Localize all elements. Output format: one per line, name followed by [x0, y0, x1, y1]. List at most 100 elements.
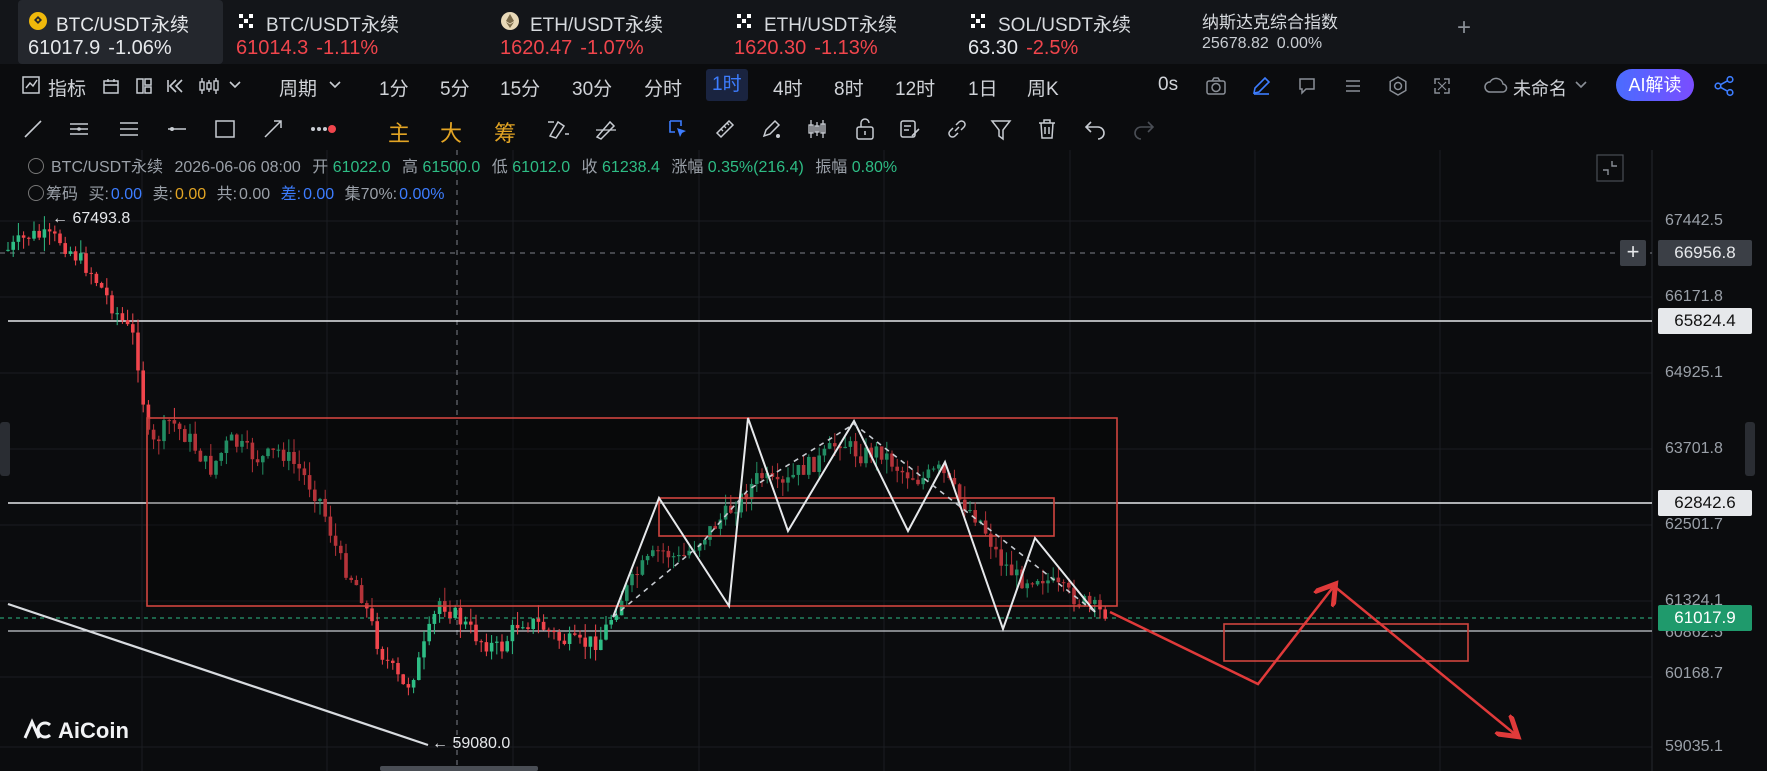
candle-body [474, 624, 478, 642]
candle-body [105, 287, 109, 296]
candle-body [380, 648, 385, 660]
candle-body [375, 621, 379, 649]
candle-body [401, 674, 405, 685]
candle-body [526, 627, 530, 629]
axis-tick: 66171.8 [1665, 288, 1723, 305]
axis-tick: 63701.8 [1665, 440, 1723, 457]
ohlc-info-bar: BTC/USDT永续 2026-06-06 08:00 开 61022.0 高 … [28, 153, 904, 177]
aicoin-logo-icon [23, 718, 52, 739]
candle-body [125, 320, 130, 325]
info-amplitude: 振幅 0.80% [815, 159, 898, 176]
axis-tick: 59035.1 [1665, 738, 1723, 755]
candle-body [120, 313, 125, 321]
candle-body [1103, 609, 1107, 619]
line2-price-label: 62842.6 [1658, 490, 1752, 516]
add-alert-plus-icon[interactable]: + [1620, 240, 1646, 266]
candle-body [609, 619, 613, 625]
candle-body [131, 324, 135, 333]
candle-body [11, 241, 15, 250]
candle-body [458, 607, 463, 625]
candle-body [32, 230, 36, 239]
chip-info-bar: 筹码 买: 0.00 卖: 0.00 共: 0.00 差: 0.00 集70%: 0.00… [28, 180, 447, 204]
candle-body [47, 229, 52, 232]
target-box[interactable] [1223, 623, 1469, 662]
range-box-large[interactable] [146, 417, 1118, 607]
candle-body [136, 332, 140, 371]
visibility-toggle-icon[interactable] [28, 185, 44, 201]
chip-total-value: 0.00 [239, 186, 271, 203]
candle-body [42, 229, 47, 238]
high-marker: ← 67493.8 [52, 210, 131, 227]
candle-body [510, 624, 515, 642]
candle-body [63, 243, 67, 254]
line1-price-label: 65824.4 [1658, 308, 1752, 334]
info-close: 收 61238.4 [581, 159, 660, 176]
candle-body [495, 641, 499, 643]
candle-body [406, 684, 411, 688]
candle-body [27, 237, 31, 239]
info-change: 涨幅 0.35%(216.4) [671, 159, 804, 176]
crosshair-price-label: 66956.8 [1658, 240, 1752, 266]
candle-body [531, 618, 535, 629]
aicoin-logo: AiCoin [22, 718, 129, 744]
chip-conc-value: 0.00% [399, 186, 445, 203]
candle-body [536, 618, 541, 622]
info-open: 开 61022.0 [312, 159, 391, 176]
chip-sell-value: 0.00 [174, 186, 207, 203]
candle-body [541, 621, 546, 630]
candle-body [411, 680, 416, 688]
axis-tick: 60168.7 [1665, 665, 1723, 682]
candle-body [521, 627, 525, 629]
info-low: 低 61012.0 [491, 159, 571, 176]
candle-body [578, 634, 582, 638]
candle-body [588, 636, 593, 647]
chip-conc-label: 集70%: [344, 186, 398, 203]
candle-body [417, 657, 421, 681]
candle-body [432, 614, 437, 624]
candle-body [115, 313, 119, 315]
candle-body [427, 623, 431, 642]
candle-body [422, 641, 426, 658]
kline-chart[interactable] [0, 0, 1767, 771]
chart-expand-icon[interactable] [1596, 154, 1624, 182]
axis-tick: 64925.1 [1665, 364, 1723, 381]
time-scrollbar[interactable] [380, 766, 538, 771]
candle-body [573, 633, 577, 635]
candle-body [370, 608, 374, 622]
chip-diff-label: 差: [280, 186, 302, 203]
last-price-label: 61017.9 [1658, 605, 1752, 631]
candle-body [599, 639, 603, 651]
candle-body [453, 607, 457, 619]
candle-body [552, 630, 556, 633]
candle-body [489, 642, 494, 652]
candle-body [68, 251, 73, 254]
candle-body [479, 641, 483, 643]
candle-body [79, 253, 83, 261]
candle-body [58, 233, 62, 244]
info-symbol: BTC/USDT永续 [51, 159, 164, 176]
axis-tick: 67442.5 [1665, 212, 1723, 229]
right-panel-handle[interactable] [1745, 422, 1755, 476]
candle-body [99, 282, 104, 288]
candle-body [396, 663, 400, 675]
chip-label: 筹码 [46, 186, 79, 203]
candle-body [448, 611, 452, 619]
candle-body [567, 633, 572, 644]
candle-body [562, 640, 567, 644]
visibility-toggle-icon[interactable] [28, 158, 44, 174]
low-marker: ← 59080.0 [432, 735, 511, 752]
info-high: 高 61500.0 [402, 159, 481, 176]
chip-buy-value: 0.00 [110, 186, 143, 203]
candle-body [385, 659, 390, 661]
candle-body [463, 621, 468, 625]
candle-body [583, 637, 587, 647]
candle-body [604, 624, 608, 640]
candle-body [16, 235, 21, 242]
candle-body [593, 636, 598, 651]
chip-diff-value: 0.00 [303, 186, 335, 203]
candle-body [547, 629, 551, 631]
candle-body [84, 253, 88, 273]
left-panel-handle[interactable] [0, 422, 10, 476]
candle-body [94, 273, 99, 283]
candle-body [110, 295, 114, 314]
